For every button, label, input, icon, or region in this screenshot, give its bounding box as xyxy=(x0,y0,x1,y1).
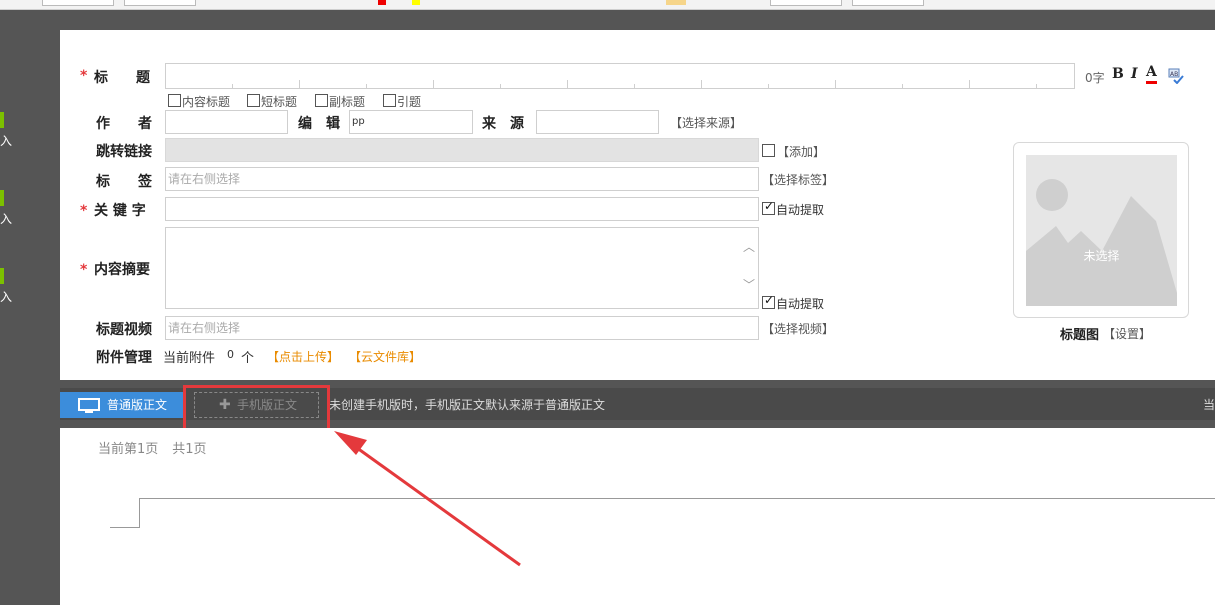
option-label: 内容标题 xyxy=(182,95,231,109)
current-attachment-label: 当前附件 xyxy=(163,351,216,366)
required-marker: * xyxy=(80,262,88,278)
author-input[interactable] xyxy=(165,110,288,134)
toolbar-select[interactable] xyxy=(770,0,842,6)
tab-normal-content[interactable]: 普通版正文 xyxy=(60,392,184,418)
page-corner-marker xyxy=(110,527,140,528)
redirect-link-label: 跳转链接 xyxy=(96,144,152,160)
content-title-checkbox[interactable] xyxy=(168,94,181,107)
article-form-panel: * 标 题 0字 B I A AB 内容标题 短标题 副标题 引题 作 者 编 … xyxy=(60,30,1215,380)
page-info: 当前第1页 共1页 xyxy=(98,438,207,457)
redirect-link-checkbox[interactable] xyxy=(762,144,775,157)
bold-button[interactable]: B xyxy=(1112,66,1124,82)
tab-label: 普通版正文 xyxy=(107,398,168,412)
document-page[interactable] xyxy=(139,498,1215,528)
editor-input[interactable]: pp xyxy=(349,110,473,134)
auto-extract-summary-checkbox[interactable] xyxy=(762,293,775,309)
option-label: 引题 xyxy=(397,95,422,109)
total-pages: 共1页 xyxy=(172,442,207,457)
auto-extract-label: 自动提取 xyxy=(776,297,825,311)
top-toolbar xyxy=(0,0,1215,10)
attachment-count: 0 xyxy=(227,348,234,361)
auto-extract-label: 自动提取 xyxy=(776,203,825,217)
required-marker: * xyxy=(80,68,88,84)
current-page: 当前第1页 xyxy=(98,442,159,457)
sidebar-item-label: 入 xyxy=(0,290,13,304)
svg-text:AB: AB xyxy=(1170,71,1178,78)
keyword-label: 关 键 字 xyxy=(94,203,146,219)
font-color-icon[interactable] xyxy=(378,0,386,5)
select-video-link[interactable]: 【选择视频】 xyxy=(762,320,834,337)
keyword-input[interactable] xyxy=(165,197,759,221)
source-input[interactable] xyxy=(536,110,659,134)
sidebar-item[interactable]: 入 xyxy=(0,112,18,152)
toolbar-icon[interactable] xyxy=(666,0,686,5)
sidebar-item-label: 入 xyxy=(0,212,13,226)
cloud-library-button[interactable]: 【云文件库】 xyxy=(349,348,421,365)
scroll-down-icon[interactable]: ﹀ xyxy=(742,278,756,292)
upload-button[interactable]: 【点击上传】 xyxy=(267,348,339,365)
monitor-icon xyxy=(78,398,100,413)
scroll-up-icon[interactable]: ︿ xyxy=(742,240,756,254)
option-label: 短标题 xyxy=(261,95,298,109)
option-label: 副标题 xyxy=(329,95,366,109)
summary-textarea[interactable]: ︿ ﹀ xyxy=(165,227,759,309)
toolbar-select[interactable] xyxy=(42,0,114,6)
add-link-button[interactable]: 【添加】 xyxy=(777,143,825,160)
tag-input[interactable]: 请在右侧选择 xyxy=(165,167,759,191)
highlight-color-icon[interactable] xyxy=(412,0,420,5)
mobile-hint-text: 未创建手机版时，手机版正文默认来源于普通版正文 xyxy=(329,398,606,412)
title-char-count: 0字 xyxy=(1085,71,1105,85)
toolbar-select[interactable] xyxy=(124,0,196,6)
title-color-button[interactable]: A xyxy=(1146,65,1157,84)
title-image-box[interactable]: 未选择 xyxy=(1013,142,1189,318)
sidebar-item[interactable]: 入 xyxy=(0,268,18,308)
attachment-label: 附件管理 xyxy=(96,350,152,366)
tag-label: 标 签 xyxy=(96,174,152,190)
image-placeholder-caption: 未选择 xyxy=(1083,249,1120,263)
source-label: 来 源 xyxy=(482,116,524,132)
content-editor[interactable]: 当前第1页 共1页 xyxy=(60,428,1215,605)
title-video-input[interactable]: 请在右侧选择 xyxy=(165,316,759,340)
editor-label: 编 辑 xyxy=(298,116,340,132)
summary-label: 内容摘要 xyxy=(94,262,150,278)
redirect-link-input[interactable] xyxy=(165,138,759,162)
author-label: 作 者 xyxy=(96,116,152,132)
select-tag-link[interactable]: 【选择标签】 xyxy=(762,171,834,188)
italic-button[interactable]: I xyxy=(1131,66,1138,82)
lead-title-checkbox[interactable] xyxy=(383,94,396,107)
sidebar-marker xyxy=(0,112,4,128)
title-video-label: 标题视频 xyxy=(96,322,152,338)
tab-bar-right-text: 当 xyxy=(1203,398,1215,412)
subtitle-checkbox[interactable] xyxy=(315,94,328,107)
sidebar-marker xyxy=(0,268,4,284)
spellcheck-icon[interactable]: AB xyxy=(1168,68,1184,85)
sidebar-item[interactable]: 入 xyxy=(0,190,18,230)
select-source-link[interactable]: 【选择来源】 xyxy=(670,114,742,131)
title-image-label: 标题图 xyxy=(1060,328,1100,343)
short-title-checkbox[interactable] xyxy=(247,94,260,107)
sidebar-marker xyxy=(0,190,4,206)
title-input[interactable] xyxy=(165,63,1075,89)
title-label: 标 题 xyxy=(94,70,150,86)
highlight-box xyxy=(183,385,330,432)
sidebar-item-label: 入 xyxy=(0,134,13,148)
auto-extract-keyword-checkbox[interactable] xyxy=(762,199,775,215)
attachment-unit: 个 xyxy=(241,351,255,366)
toolbar-select[interactable] xyxy=(852,0,924,6)
required-marker: * xyxy=(80,203,88,219)
image-settings-link[interactable]: 【设置】 xyxy=(1103,325,1151,342)
image-placeholder: 未选择 xyxy=(1026,155,1177,306)
